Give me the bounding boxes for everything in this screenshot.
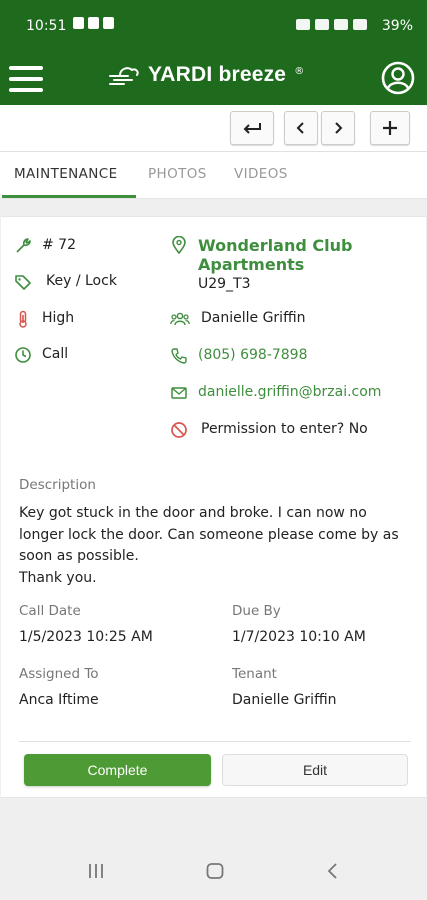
wifi-icon xyxy=(334,19,348,30)
wrench-icon xyxy=(16,238,31,253)
phone-icon xyxy=(171,348,187,364)
phone-link[interactable]: (805) 698-7898 xyxy=(198,347,308,363)
email: danielle.griffin@brzai.com xyxy=(170,384,381,402)
due-by-label: Due By xyxy=(232,603,281,619)
recent-apps-icon[interactable] xyxy=(86,860,106,882)
work-order-number-text: # 72 xyxy=(42,237,76,253)
next-button[interactable] xyxy=(321,111,355,145)
return-arrow-icon xyxy=(243,123,261,134)
brand: YARDI breeze ® xyxy=(108,63,304,87)
menu-icon[interactable] xyxy=(9,66,43,92)
add-button[interactable] xyxy=(370,111,410,145)
plus-icon xyxy=(383,121,397,135)
status-time: 10:51 xyxy=(26,18,67,34)
file-icon xyxy=(103,17,114,29)
source-text: Call xyxy=(42,346,69,362)
contact-name: Danielle Griffin xyxy=(201,310,306,326)
divider xyxy=(19,741,411,742)
back-button[interactable] xyxy=(230,111,274,145)
back-nav-icon[interactable] xyxy=(325,860,341,882)
due-by-value: 1/7/2023 10:10 AM xyxy=(232,629,366,645)
permission-text: Permission to enter? No xyxy=(201,421,368,437)
source: Call xyxy=(14,346,68,364)
complete-button[interactable]: Complete xyxy=(24,754,211,786)
registered-mark: ® xyxy=(294,65,305,77)
category-text: Key / Lock xyxy=(46,273,117,289)
clock-icon xyxy=(15,347,31,363)
location-pin-icon xyxy=(172,236,186,254)
no-entry-icon xyxy=(171,422,187,438)
people-icon xyxy=(170,312,190,326)
unit-text: U29_T3 xyxy=(198,276,251,292)
property: Wonderland Club Apartments U29_T3 xyxy=(170,236,378,292)
priority: High xyxy=(14,310,74,328)
assigned-to-label: Assigned To xyxy=(19,666,99,682)
tab-videos[interactable]: VIDEOS xyxy=(234,166,288,182)
email-link[interactable]: danielle.griffin@brzai.com xyxy=(198,384,381,400)
key-icon xyxy=(296,19,310,30)
envelope-icon xyxy=(171,387,187,399)
previous-button[interactable] xyxy=(284,111,318,145)
breeze-logo-icon xyxy=(109,67,139,85)
system-icons xyxy=(296,19,367,30)
category: Key / Lock xyxy=(14,273,117,291)
contact: Danielle Griffin xyxy=(170,310,305,328)
signal-icon xyxy=(353,19,367,30)
app-bar: YARDI breeze ® xyxy=(0,52,427,105)
tenant-value: Danielle Griffin xyxy=(232,692,337,708)
priority-text: High xyxy=(42,310,75,326)
work-order-number: # 72 xyxy=(14,237,76,255)
brand-name: YARDI breeze xyxy=(148,63,287,86)
tag-icon xyxy=(15,275,31,290)
gallery-icon xyxy=(88,17,99,29)
active-tab-indicator xyxy=(2,195,136,198)
description-label: Description xyxy=(19,477,96,493)
phone: (805) 698-7898 xyxy=(170,347,308,365)
tab-maintenance[interactable]: MAINTENANCE xyxy=(14,166,118,182)
tab-bar: MAINTENANCE PHOTOS VIDEOS xyxy=(0,152,427,199)
system-nav-bar xyxy=(0,846,427,900)
tab-photos[interactable]: PHOTOS xyxy=(148,166,207,182)
battery-level: 39% xyxy=(381,18,413,34)
notification-icon xyxy=(73,17,84,29)
property-name[interactable]: Wonderland Club Apartments xyxy=(198,236,378,274)
chevron-left-icon xyxy=(296,122,304,134)
assigned-to-value: Anca Iftime xyxy=(19,692,99,708)
work-order-card: # 72 Key / Lock High Call Wonderland Clu… xyxy=(1,216,426,798)
notification-icons xyxy=(73,17,114,29)
mute-icon xyxy=(315,19,329,30)
call-date-label: Call Date xyxy=(19,603,81,619)
thermometer-icon xyxy=(19,310,27,328)
call-date-value: 1/5/2023 10:25 AM xyxy=(19,629,153,645)
permission: Permission to enter? No xyxy=(170,421,368,439)
action-toolbar xyxy=(0,105,427,152)
edit-button[interactable]: Edit xyxy=(222,754,408,786)
description-text: Key got stuck in the door and broke. I c… xyxy=(19,505,399,586)
chevron-right-icon xyxy=(335,122,343,134)
profile-icon[interactable] xyxy=(381,61,415,95)
status-bar: 10:51 39% xyxy=(0,0,427,52)
home-icon[interactable] xyxy=(204,860,226,882)
tenant-label: Tenant xyxy=(232,666,277,682)
